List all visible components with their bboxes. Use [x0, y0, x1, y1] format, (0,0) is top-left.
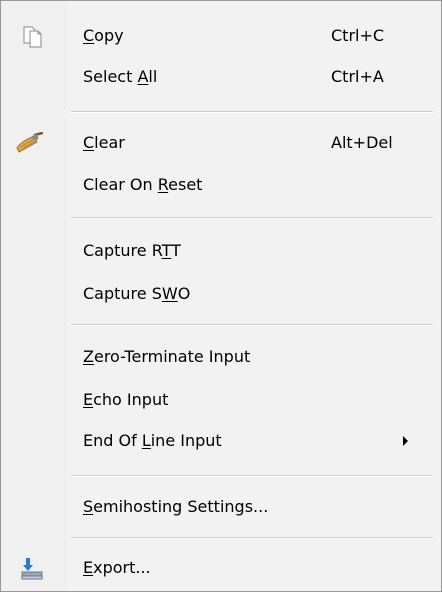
- menu-item-capture-swo[interactable]: Capture SWO: [1, 275, 441, 315]
- export-icon: [21, 557, 45, 581]
- shortcut-label: Ctrl+C: [331, 26, 385, 45]
- menu-item-label: Clear: [83, 133, 125, 152]
- menu-item-label: End Of Line Input: [83, 431, 222, 450]
- menu-item-clear[interactable]: Clear Alt+Del: [1, 124, 441, 164]
- broom-icon: [16, 131, 45, 156]
- menu-item-capture-rtt[interactable]: Capture RTT: [1, 232, 441, 272]
- context-menu: Copy Ctrl+C Select All Ctrl+A Clear Alt+…: [0, 0, 442, 592]
- menu-item-select-all[interactable]: Select All Ctrl+A: [1, 58, 441, 98]
- menu-item-export[interactable]: Export...: [1, 549, 441, 589]
- menu-item-label: Semihosting Settings...: [83, 497, 269, 516]
- menu-separator: [71, 217, 433, 219]
- copy-icon: [21, 25, 45, 49]
- menu-separator: [71, 475, 433, 477]
- menu-item-label: Echo Input: [83, 390, 169, 409]
- menu-item-label: Capture RTT: [83, 241, 181, 260]
- menu-separator: [71, 537, 433, 539]
- shortcut-label: Alt+Del: [331, 133, 393, 152]
- menu-item-label: Export...: [83, 558, 151, 577]
- menu-item-copy[interactable]: Copy Ctrl+C: [1, 17, 441, 57]
- menu-item-label: Capture SWO: [83, 284, 191, 303]
- shortcut-label: Ctrl+A: [331, 67, 384, 86]
- menu-item-clear-on-reset[interactable]: Clear On Reset: [1, 166, 441, 206]
- menu-separator: [71, 324, 433, 326]
- menu-item-zero-terminate-input[interactable]: Zero-Terminate Input: [1, 338, 441, 378]
- menu-item-echo-input[interactable]: Echo Input: [1, 381, 441, 421]
- menu-separator: [71, 111, 433, 113]
- menu-item-semihosting-settings[interactable]: Semihosting Settings...: [1, 488, 441, 528]
- menu-item-label: Zero-Terminate Input: [83, 347, 251, 366]
- menu-item-end-of-line-input[interactable]: End Of Line Input: [1, 422, 441, 462]
- menu-item-label: Select All: [83, 67, 158, 86]
- menu-item-label: Clear On Reset: [83, 175, 203, 194]
- submenu-arrow-icon: [403, 436, 408, 446]
- menu-item-label: Copy: [83, 26, 124, 45]
